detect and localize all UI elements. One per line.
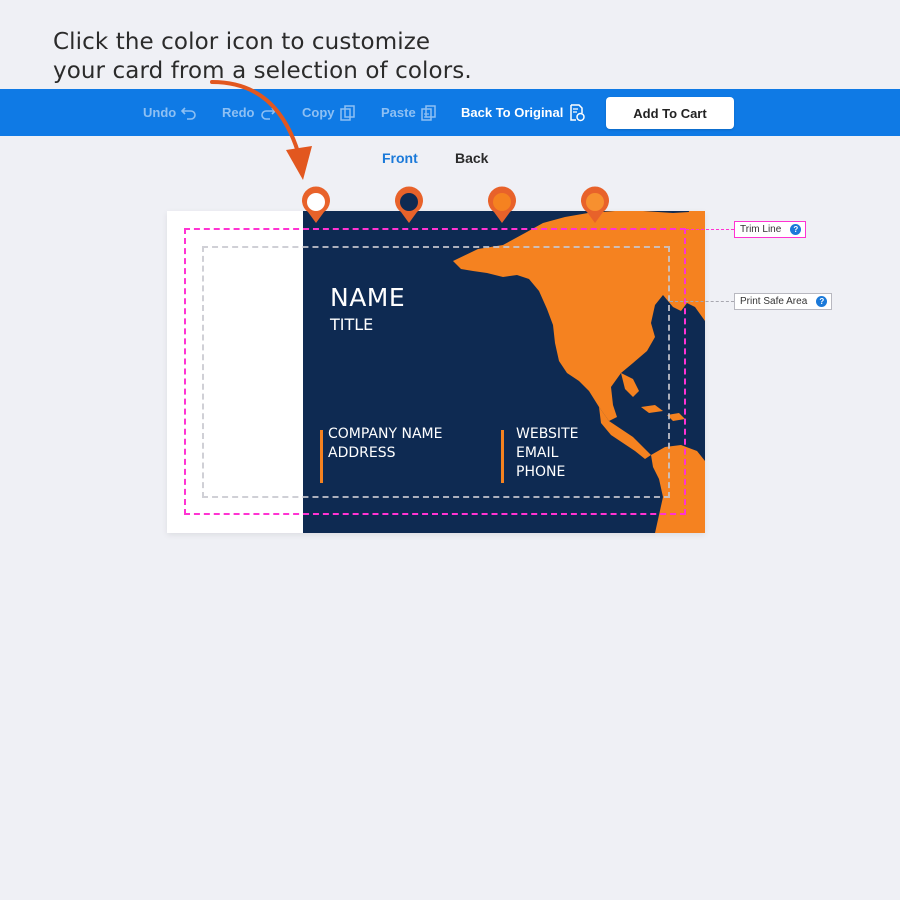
tab-front[interactable]: Front — [382, 150, 418, 166]
back-to-original-label: Back To Original — [461, 105, 564, 120]
print-safe-area-guide — [202, 246, 670, 498]
trim-line-callout: Trim Line ? — [734, 221, 807, 238]
undo-button[interactable]: Undo — [143, 89, 197, 136]
back-to-original-button[interactable]: Back To Original — [461, 89, 586, 136]
redo-label: Redo — [222, 105, 255, 120]
color-swatch-white-pin-icon[interactable] — [301, 186, 331, 224]
copy-label: Copy — [302, 105, 335, 120]
safe-callout-connector — [670, 301, 734, 302]
color-swatch-orange-light-pin-icon[interactable] — [580, 186, 610, 224]
redo-button[interactable]: Redo — [222, 89, 276, 136]
editor-toolbar: Undo Redo Copy Paste Back To Original — [0, 89, 900, 136]
help-icon[interactable]: ? — [816, 296, 828, 307]
instruction-line-1: Click the color icon to customize — [53, 29, 431, 55]
copy-button[interactable]: Copy — [302, 89, 356, 136]
add-to-cart-button[interactable]: Add To Cart — [606, 97, 734, 129]
trim-callout-connector — [686, 229, 734, 230]
instruction-text: Click the color icon to customize your c… — [53, 28, 472, 86]
print-safe-area-label: Print Safe Area — [740, 296, 808, 307]
color-swatch-navy-pin-icon[interactable] — [394, 186, 424, 224]
paste-icon — [420, 104, 436, 121]
undo-icon — [181, 106, 197, 120]
instruction-line-2: your card from a selection of colors. — [53, 58, 472, 84]
help-icon[interactable]: ? — [790, 224, 802, 235]
paste-label: Paste — [381, 105, 416, 120]
paste-button[interactable]: Paste — [381, 89, 437, 136]
tab-back[interactable]: Back — [455, 150, 488, 166]
print-safe-area-callout: Print Safe Area ? — [734, 293, 833, 310]
color-swatch-orange-pin-icon[interactable] — [487, 186, 517, 224]
redo-icon — [260, 106, 276, 120]
copy-icon — [339, 104, 355, 121]
undo-label: Undo — [143, 105, 177, 120]
restore-document-icon — [570, 103, 586, 121]
trim-line-label: Trim Line — [740, 224, 782, 235]
